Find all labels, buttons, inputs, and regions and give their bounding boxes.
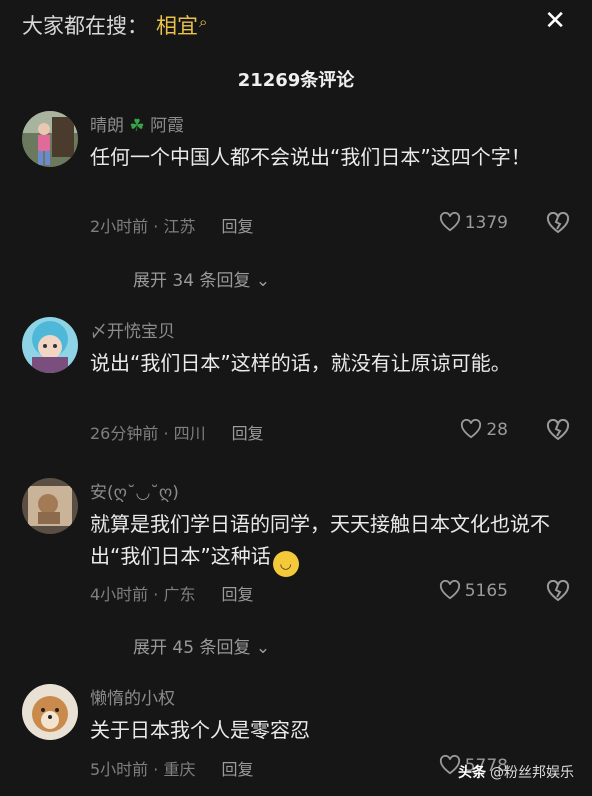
- heart-icon: [461, 418, 482, 439]
- comment-meta: 4小时前 · 广东 回复: [90, 585, 254, 604]
- heart-icon: [439, 211, 460, 232]
- like-button[interactable]: 1379: [439, 211, 508, 233]
- reply-button[interactable]: 回复: [221, 585, 253, 604]
- avatar[interactable]: [22, 317, 78, 373]
- comment-author[interactable]: 晴朗 ☘ 阿霞: [90, 111, 184, 136]
- like-count: 1379: [464, 213, 508, 233]
- search-term[interactable]: 相宜: [156, 14, 198, 38]
- reply-button[interactable]: 回复: [221, 217, 253, 236]
- expand-replies[interactable]: 展开 34 条回复 ⌄: [133, 266, 270, 291]
- comment-item: 安(ღ˘◡˘ღ) 就算是我们学日语的同学，天天接触日本文化也说不出“我们日本”这…: [0, 478, 592, 663]
- chevron-down-icon: ⌄: [250, 638, 271, 658]
- comment-count-title: 21269条评论: [237, 70, 355, 91]
- comment-text: 就算是我们学日语的同学，天天接触日本文化也说不出“我们日本”这种话 ◡: [90, 508, 560, 577]
- comment-item: 晴朗 ☘ 阿霞 任何一个中国人都不会说出“我们日本”这四个字！ 2小时前 · 江…: [0, 111, 592, 291]
- reply-button[interactable]: 回复: [221, 760, 253, 779]
- search-icon: ⌕: [199, 13, 208, 31]
- broken-heart-icon[interactable]: [546, 579, 570, 606]
- clover-icon: ☘: [129, 116, 145, 136]
- chevron-down-icon: ⌄: [250, 271, 271, 291]
- broken-heart-icon[interactable]: [546, 418, 570, 445]
- close-icon[interactable]: ✕: [544, 6, 566, 36]
- avatar[interactable]: [22, 478, 78, 534]
- search-suggestion[interactable]: 大家都在搜： 相宜⌕: [22, 10, 207, 40]
- like-button[interactable]: 5165: [439, 579, 508, 601]
- watermark: 头条 @粉丝邦娱乐: [458, 762, 574, 782]
- comment-author[interactable]: 懒惰的小权: [90, 684, 175, 709]
- expand-replies[interactable]: 展开 45 条回复 ⌄: [133, 633, 270, 658]
- comment-author[interactable]: 安(ღ˘◡˘ღ): [90, 478, 179, 503]
- avatar[interactable]: [22, 684, 78, 740]
- reply-button[interactable]: 回复: [232, 424, 264, 443]
- comment-meta: 5小时前 · 重庆 回复: [90, 760, 254, 779]
- search-prefix: 大家都在搜：: [22, 14, 148, 38]
- comment-text: 关于日本我个人是零容忍: [90, 718, 310, 742]
- comment-text: 说出“我们日本”这样的话，就没有让原谅可能。: [90, 351, 511, 375]
- avatar[interactable]: [22, 111, 78, 167]
- broken-heart-icon[interactable]: [546, 211, 570, 238]
- like-count: 28: [486, 420, 508, 440]
- heart-icon: [439, 579, 460, 600]
- comment-meta: 26分钟前 · 四川 回复: [90, 424, 264, 443]
- watermark-handle: @粉丝邦娱乐: [490, 765, 574, 781]
- comment-item: 〆开㤝宝贝 说出“我们日本”这样的话，就没有让原谅可能。 26分钟前 · 四川回…: [0, 317, 592, 457]
- comment-author[interactable]: 〆开㤝宝贝: [90, 317, 175, 342]
- watermark-logo: 头条: [458, 765, 486, 781]
- like-count: 5165: [464, 581, 508, 601]
- comment-meta: 2小时前 · 江苏 回复: [90, 217, 254, 236]
- comment-text: 任何一个中国人都不会说出“我们日本”这四个字！: [90, 145, 531, 169]
- smiling-face-icon: ◡: [272, 551, 299, 577]
- like-button[interactable]: 28: [460, 418, 508, 440]
